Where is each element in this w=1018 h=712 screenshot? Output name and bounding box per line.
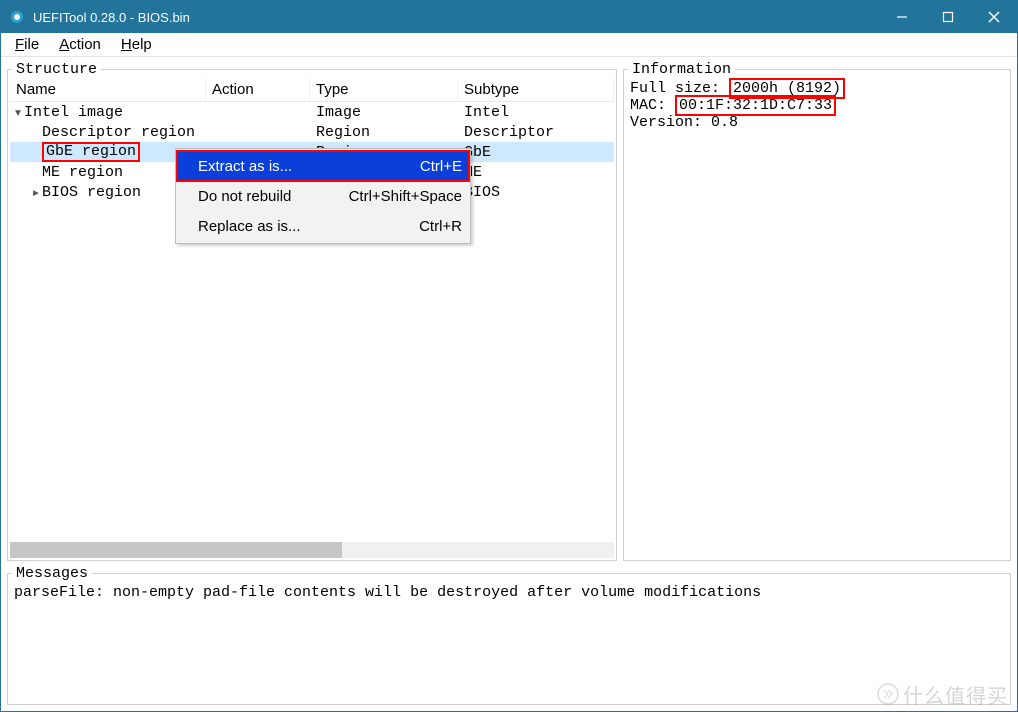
content-area: Structure Name Action Type Subtype ▾Inte… [1, 57, 1017, 711]
context-menu-label: Replace as is... [198, 218, 405, 235]
tree-row-type: Region [310, 124, 458, 141]
messages-body[interactable]: parseFile: non-empty pad-file contents w… [8, 582, 1010, 603]
tree-header: Name Action Type Subtype [10, 78, 614, 102]
structure-panel: Structure Name Action Type Subtype ▾Inte… [7, 61, 617, 561]
information-legend: Information [628, 61, 735, 78]
context-menu-shortcut: Ctrl+Shift+Space [349, 188, 462, 205]
info-mac: MAC: 00:1F:32:1D:C7:33 [630, 97, 1004, 114]
info-version-value: 0.8 [711, 114, 738, 131]
tree-row-subtype: BIOS [458, 184, 614, 201]
window-buttons [879, 1, 1017, 33]
context-menu-shortcut: Ctrl+R [419, 218, 462, 235]
close-button[interactable] [971, 1, 1017, 33]
tree-row-name: GbE region [42, 142, 140, 162]
context-menu: Extract as is... Ctrl+E Do not rebuild Ctrl… [175, 148, 471, 244]
tree-row-name: Intel image [24, 104, 123, 121]
tree-row-name: Descriptor region [42, 124, 195, 141]
tree-row-subtype: Intel [458, 104, 614, 121]
tree-row-name: BIOS region [42, 184, 141, 201]
col-name[interactable]: Name [10, 79, 206, 100]
context-menu-label: Do not rebuild [198, 188, 335, 205]
information-panel: Information Full size: 2000h (8192) MAC:… [623, 61, 1011, 561]
titlebar: UEFITool 0.28.0 - BIOS.bin [1, 1, 1017, 33]
menu-help[interactable]: Help [111, 34, 162, 55]
tree-row-name: ME region [42, 164, 123, 181]
context-menu-item[interactable]: Do not rebuild Ctrl+Shift+Space [176, 181, 470, 211]
tree-row[interactable]: ▾Intel image ImageIntel [10, 102, 614, 122]
chevron-down-icon[interactable]: ▾ [10, 103, 24, 122]
horizontal-scrollbar[interactable] [10, 542, 614, 558]
context-menu-item[interactable]: Extract as is... Ctrl+E [176, 151, 470, 181]
context-menu-item[interactable]: Replace as is... Ctrl+R [176, 211, 470, 241]
menubar: File Action Help [1, 33, 1017, 57]
tree-row-subtype: ME [458, 164, 614, 181]
info-version: Version: 0.8 [630, 114, 1004, 131]
chevron-right-icon[interactable]: ▸ [28, 183, 42, 202]
context-menu-shortcut: Ctrl+E [420, 158, 462, 175]
structure-tree: Name Action Type Subtype ▾Intel image Ima… [10, 78, 614, 558]
top-row: Structure Name Action Type Subtype ▾Inte… [7, 61, 1011, 561]
tree-row-type: Image [310, 104, 458, 121]
message-line[interactable]: parseFile: non-empty pad-file contents w… [14, 584, 1004, 601]
window-title: UEFITool 0.28.0 - BIOS.bin [33, 10, 879, 25]
maximize-button[interactable] [925, 1, 971, 33]
info-mac-value: 00:1F:32:1D:C7:33 [675, 95, 836, 116]
col-type[interactable]: Type [310, 79, 458, 100]
tree-body[interactable]: ▾Intel image ImageIntel Descriptor region R… [10, 102, 614, 542]
messages-legend: Messages [12, 565, 92, 582]
structure-legend: Structure [12, 61, 101, 78]
tree-row-subtype: Descriptor [458, 124, 614, 141]
minimize-button[interactable] [879, 1, 925, 33]
tree-row-subtype: GbE [458, 144, 614, 161]
scrollbar-thumb[interactable] [10, 542, 342, 558]
col-action[interactable]: Action [206, 79, 310, 100]
messages-panel: Messages parseFile: non-empty pad-file c… [7, 565, 1011, 705]
app-window: UEFITool 0.28.0 - BIOS.bin File Action H… [0, 0, 1018, 712]
col-subtype[interactable]: Subtype [458, 79, 614, 100]
app-icon [9, 9, 25, 25]
context-menu-label: Extract as is... [198, 158, 406, 175]
menu-file[interactable]: File [5, 34, 49, 55]
tree-row[interactable]: Descriptor region RegionDescriptor [10, 122, 614, 142]
menu-action[interactable]: Action [49, 34, 111, 55]
information-body: Full size: 2000h (8192) MAC: 00:1F:32:1D… [624, 78, 1010, 133]
